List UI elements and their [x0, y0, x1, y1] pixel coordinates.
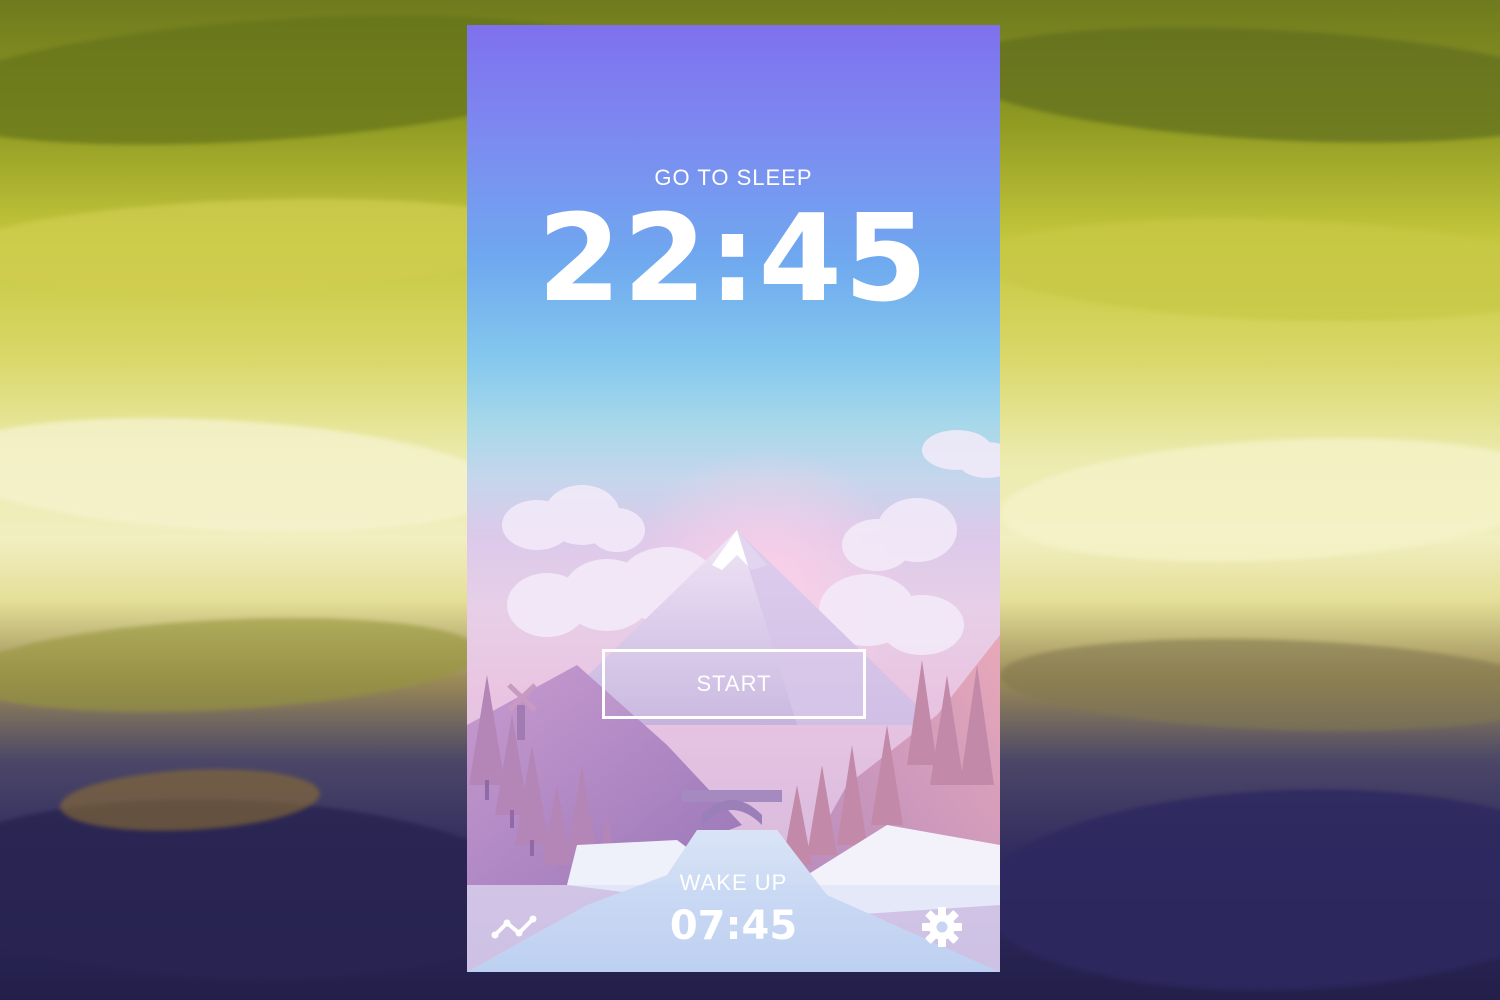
start-button[interactable]: START	[602, 649, 866, 719]
gear-icon[interactable]	[920, 905, 964, 949]
phone-screen: GO TO SLEEP 22:45 START WAKE UP 07:45	[467, 25, 1000, 972]
stats-icon[interactable]	[491, 913, 537, 943]
go-to-sleep-label: GO TO SLEEP	[654, 165, 813, 190]
wake-up-label: WAKE UP	[679, 870, 788, 895]
sleep-time: 22:45	[537, 190, 930, 329]
